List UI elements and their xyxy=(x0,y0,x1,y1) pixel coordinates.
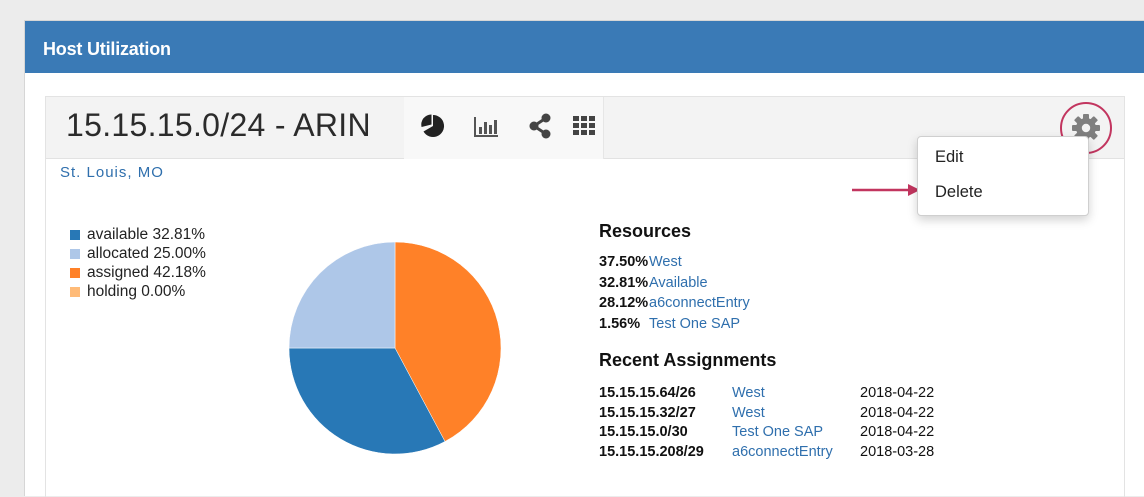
legend-swatch xyxy=(70,267,80,278)
resource-row: 32.81% Available xyxy=(599,275,934,296)
assignment-network: 15.15.15.32/27 xyxy=(599,404,696,421)
assignment-network: 15.15.15.64/26 xyxy=(599,385,696,401)
utilization-pie-chart xyxy=(288,241,502,455)
legend-swatch xyxy=(70,286,80,297)
pie-chart-icon[interactable] xyxy=(420,113,446,144)
resource-percent: 32.81% xyxy=(599,274,649,291)
assignment-resource-link[interactable]: West xyxy=(732,385,765,401)
chart-legend: available 32.81% allocated 25.00% assigned… xyxy=(70,225,206,301)
resources-heading: Resources xyxy=(599,221,692,241)
legend-label: assigned 42.18% xyxy=(87,263,206,281)
resource-row: 28.12% a6connectEntry xyxy=(599,295,934,316)
assignment-date: 2018-04-22 xyxy=(860,424,935,440)
resource-link[interactable]: a6connectEntry xyxy=(649,295,750,316)
legend-label: available 32.81% xyxy=(87,225,206,243)
menu-item-delete[interactable]: Delete xyxy=(935,183,983,202)
assignment-resource-link[interactable]: a6connectEntry xyxy=(732,444,833,460)
assignment-network: 15.15.15.0/30 xyxy=(599,424,688,440)
settings-dropdown-menu: Edit Delete xyxy=(917,136,1089,216)
legend-item: available 32.81% xyxy=(70,225,206,244)
assignment-date: 2018-04-22 xyxy=(860,385,935,401)
recent-assignments-heading: Recent Assignments xyxy=(599,350,777,370)
assignment-row: 15.15.15.208/29 a6connectEntry 2018-03-28 xyxy=(599,444,934,464)
legend-label: allocated 25.00% xyxy=(87,244,206,262)
legend-swatch xyxy=(70,229,80,240)
view-toolbar xyxy=(404,97,604,159)
location-link[interactable]: St. Louis, MO xyxy=(60,164,164,181)
legend-item: allocated 25.00% xyxy=(70,244,206,263)
grid-icon[interactable] xyxy=(572,113,596,142)
legend-item: assigned 42.18% xyxy=(70,263,206,282)
menu-item-edit[interactable]: Edit xyxy=(935,148,963,167)
host-utilization-panel: Host Utilization 15.15.15.0/24 - ARIN St… xyxy=(24,20,1144,497)
resources-section: Resources 37.50% West 32.81% Available 28.12… xyxy=(599,221,934,463)
panel-title: Host Utilization xyxy=(25,21,1144,73)
resource-percent: 37.50% xyxy=(599,254,649,270)
legend-label: holding 0.00% xyxy=(87,282,186,300)
resource-link[interactable]: West xyxy=(649,254,682,275)
legend-item: holding 0.00% xyxy=(70,282,206,301)
resource-row: 1.56% Test One SAP xyxy=(599,316,934,337)
assignment-resource-link[interactable]: West xyxy=(732,405,765,421)
assignment-row: 15.15.15.0/30 Test One SAP 2018-04-22 xyxy=(599,424,934,444)
assignment-row: 15.15.15.32/27 West 2018-04-22 xyxy=(599,405,934,425)
share-icon[interactable] xyxy=(528,113,552,144)
assignment-resource-link[interactable]: Test One SAP xyxy=(732,424,823,440)
assignment-date: 2018-04-22 xyxy=(860,404,935,421)
resource-percent: 28.12% xyxy=(599,295,649,311)
bar-chart-icon[interactable] xyxy=(472,113,500,144)
pointer-arrow xyxy=(852,184,920,196)
assignment-row: 15.15.15.64/26 West 2018-04-22 xyxy=(599,385,934,405)
assignment-network: 15.15.15.208/29 xyxy=(599,443,704,460)
pie-slice-allocated xyxy=(288,241,396,349)
resource-percent: 1.56% xyxy=(599,315,641,332)
resource-link[interactable]: Test One SAP xyxy=(649,316,740,337)
legend-swatch xyxy=(70,248,80,259)
assignment-date: 2018-03-28 xyxy=(860,443,935,460)
resource-link[interactable]: Available xyxy=(649,275,708,296)
block-title: 15.15.15.0/24 - ARIN xyxy=(66,107,371,143)
resource-row: 37.50% West xyxy=(599,254,934,275)
